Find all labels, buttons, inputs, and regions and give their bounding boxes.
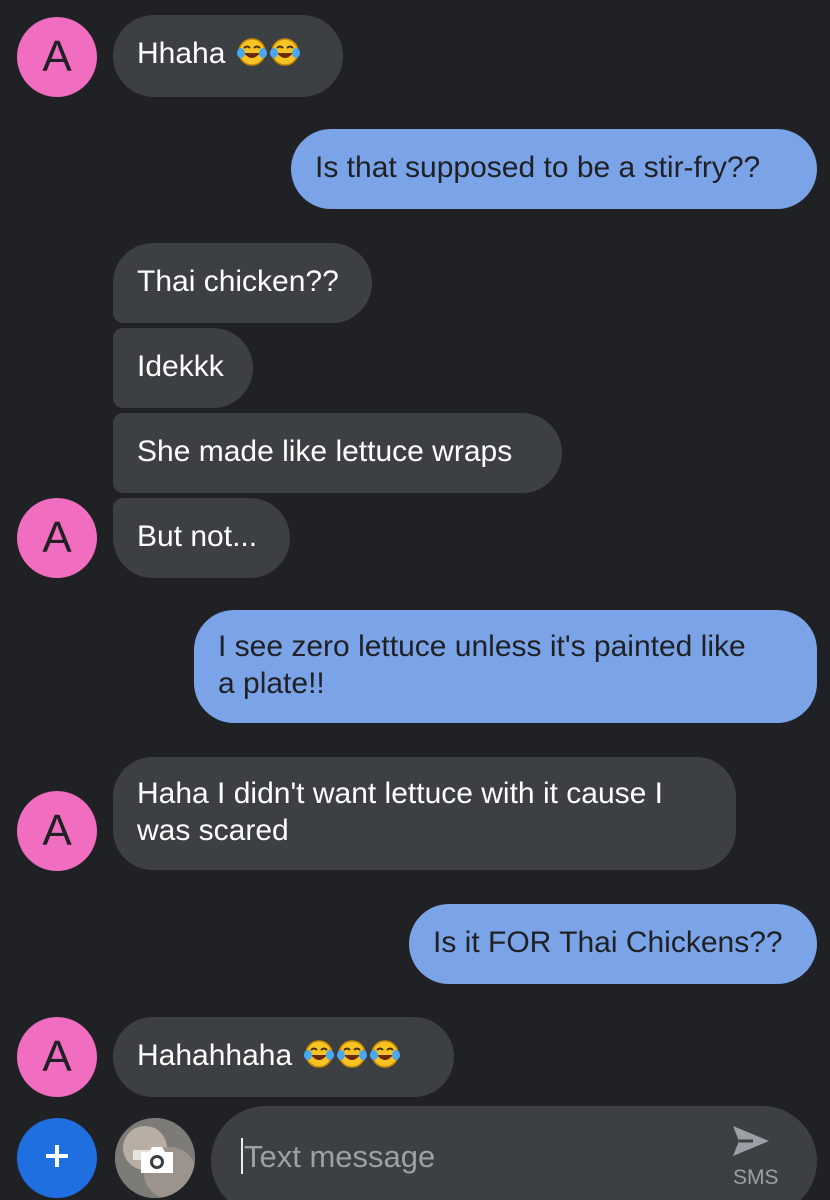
message-text-line2: was scared (137, 814, 289, 847)
incoming-message[interactable]: Hhaha (113, 15, 343, 97)
incoming-message[interactable]: But not... (113, 498, 290, 578)
outgoing-message[interactable]: Is it FOR Thai Chickens?? (409, 904, 817, 984)
tears-of-joy-emoji-icon (269, 37, 300, 67)
sms-label: SMS (733, 1166, 779, 1189)
contact-avatar[interactable]: A (17, 1017, 97, 1097)
message-text: Is it FOR Thai Chickens?? (433, 926, 783, 959)
message-text: But not... (137, 520, 258, 553)
contact-initial: A (42, 1032, 72, 1081)
compose-field[interactable]: Text message SMS (211, 1106, 817, 1200)
message-text: Haha I didn't want lettuce with it cause… (137, 777, 664, 810)
message-text-line2: a plate!! (218, 667, 325, 700)
gallery-camera-button[interactable] (115, 1118, 195, 1198)
contact-initial: A (42, 513, 72, 562)
outgoing-message[interactable]: I see zero lettuce unless it's painted l… (194, 610, 817, 723)
message-input[interactable]: Text message (241, 1138, 435, 1175)
contact-avatar[interactable]: A (17, 791, 97, 871)
incoming-message[interactable]: Hahahhaha (113, 1017, 454, 1097)
message-input-placeholder: Text message (244, 1139, 436, 1174)
incoming-message[interactable]: Idekkk (113, 328, 253, 408)
message-text: Idekkk (137, 350, 224, 383)
contact-avatar[interactable]: A (17, 498, 97, 578)
attach-plus-button[interactable] (17, 1118, 97, 1198)
message-text: She made like lettuce wraps (137, 435, 513, 468)
tears-of-joy-emoji-icon (303, 1039, 334, 1069)
contact-initial: A (42, 32, 72, 81)
send-icon[interactable] (731, 1124, 771, 1163)
contact-initial: A (42, 806, 72, 855)
tears-of-joy-emoji-icon (369, 1039, 400, 1069)
message-text: Hahahhaha (137, 1039, 293, 1072)
contact-avatar[interactable]: A (17, 17, 97, 97)
incoming-message[interactable]: She made like lettuce wraps (113, 413, 562, 493)
plus-icon (43, 1142, 71, 1175)
message-text: I see zero lettuce unless it's painted l… (218, 630, 746, 663)
message-text: Hhaha (137, 37, 226, 70)
outgoing-message[interactable]: Is that supposed to be a stir-fry?? (291, 129, 817, 209)
conversation-screen: A Hhaha Is that supposed to be a stir-fr… (0, 0, 830, 1200)
tears-of-joy-emoji-icon (236, 37, 267, 67)
incoming-message[interactable]: Thai chicken?? (113, 243, 372, 323)
message-text: Is that supposed to be a stir-fry?? (315, 151, 761, 184)
text-cursor (241, 1138, 243, 1174)
tears-of-joy-emoji-icon (336, 1039, 367, 1069)
message-text: Thai chicken?? (137, 265, 339, 298)
incoming-message[interactable]: Haha I didn't want lettuce with it cause… (113, 757, 736, 870)
camera-icon (139, 1142, 175, 1181)
